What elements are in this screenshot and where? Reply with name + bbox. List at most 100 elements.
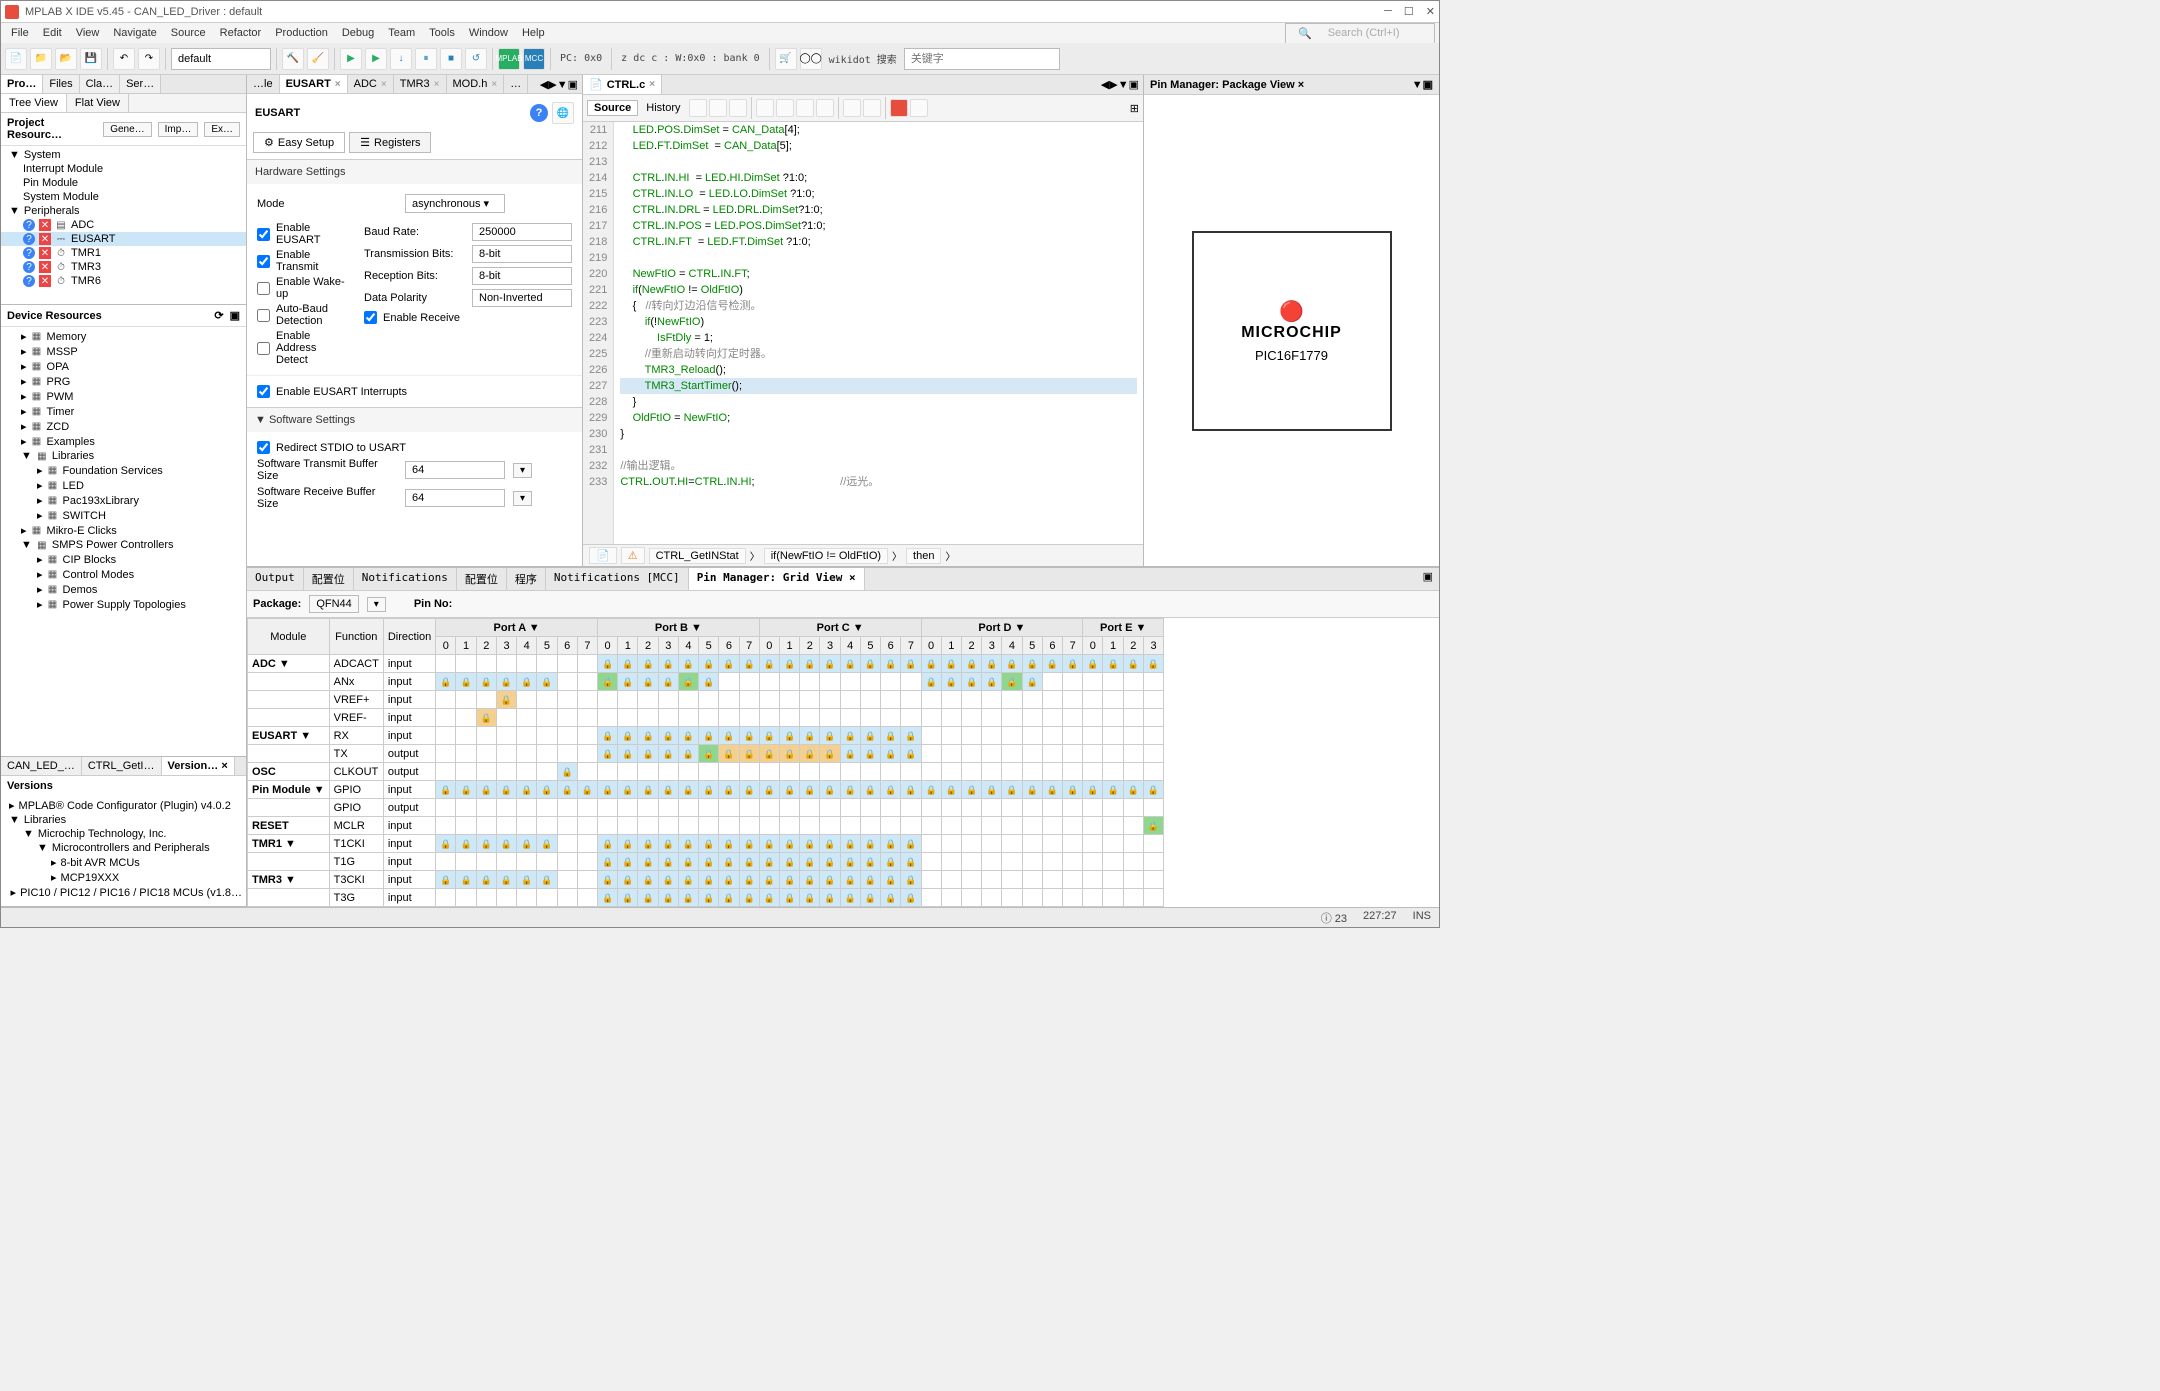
pin-cell[interactable] bbox=[961, 799, 981, 817]
pin-cell[interactable] bbox=[1063, 709, 1083, 727]
pin-cell[interactable] bbox=[1042, 781, 1062, 799]
pin-cell[interactable] bbox=[881, 673, 901, 691]
pin-cell[interactable] bbox=[537, 655, 557, 673]
pin-cell[interactable] bbox=[800, 835, 820, 853]
device-item[interactable]: ▸ ▦ Power Supply Topologies bbox=[1, 597, 246, 612]
pin-cell[interactable] bbox=[658, 691, 678, 709]
run-button[interactable]: ▶ bbox=[365, 48, 387, 70]
pin-cell[interactable] bbox=[779, 745, 799, 763]
doctab-le[interactable]: …le bbox=[247, 75, 280, 93]
pin-cell[interactable] bbox=[1083, 763, 1103, 781]
pin-cell[interactable] bbox=[1002, 745, 1022, 763]
version-item[interactable]: ▸ MPLAB® Code Configurator (Plugin) v4.0… bbox=[1, 798, 246, 813]
pin-cell[interactable] bbox=[901, 889, 921, 907]
pin-cell[interactable] bbox=[820, 727, 840, 745]
pin-cell[interactable] bbox=[961, 673, 981, 691]
pin-cell[interactable] bbox=[901, 691, 921, 709]
pin-cell[interactable] bbox=[638, 655, 658, 673]
codetab-ctrl[interactable]: 📄CTRL.c× bbox=[583, 75, 662, 94]
pin-cell[interactable] bbox=[759, 835, 779, 853]
bottom-expand-icon[interactable]: ▣ bbox=[1417, 568, 1439, 590]
subtab-flat[interactable]: Flat View bbox=[67, 94, 129, 112]
pin-cell[interactable] bbox=[881, 691, 901, 709]
pin-cell[interactable] bbox=[1042, 889, 1062, 907]
source-tab[interactable]: Source bbox=[587, 100, 638, 116]
pause-button[interactable]: ⏸ bbox=[415, 48, 437, 70]
pin-cell[interactable] bbox=[860, 853, 880, 871]
pin-cell[interactable] bbox=[941, 673, 961, 691]
pin-cell[interactable] bbox=[436, 673, 456, 691]
pin-cell[interactable] bbox=[921, 763, 941, 781]
pin-cell[interactable] bbox=[476, 817, 496, 835]
pin-cell[interactable] bbox=[881, 709, 901, 727]
pin-cell[interactable] bbox=[820, 745, 840, 763]
pin-cell[interactable] bbox=[557, 889, 577, 907]
pin-cell[interactable] bbox=[436, 835, 456, 853]
pin-cell[interactable] bbox=[860, 727, 880, 745]
pin-cell[interactable] bbox=[961, 889, 981, 907]
new-project-button[interactable]: 📁 bbox=[30, 48, 52, 70]
pin-cell[interactable] bbox=[961, 853, 981, 871]
pin-cell[interactable] bbox=[537, 799, 557, 817]
pin-cell[interactable] bbox=[739, 763, 759, 781]
step-button[interactable]: ↓ bbox=[390, 48, 412, 70]
pin-cell[interactable] bbox=[1083, 781, 1103, 799]
pin-cell[interactable] bbox=[598, 727, 618, 745]
pin-cell[interactable] bbox=[598, 763, 618, 781]
enable-interrupts-check[interactable] bbox=[257, 385, 270, 398]
pin-cell[interactable] bbox=[759, 799, 779, 817]
pin-cell[interactable] bbox=[840, 763, 860, 781]
pin-cell[interactable] bbox=[739, 853, 759, 871]
pin-cell[interactable] bbox=[941, 727, 961, 745]
pin-cell[interactable] bbox=[456, 889, 476, 907]
pin-cell[interactable] bbox=[658, 709, 678, 727]
device-item[interactable]: ▸ ▦ PRG bbox=[1, 374, 246, 389]
pin-cell[interactable] bbox=[1002, 781, 1022, 799]
tab-canled[interactable]: CAN_LED_… bbox=[1, 757, 82, 775]
pin-cell[interactable] bbox=[658, 781, 678, 799]
pin-cell[interactable] bbox=[1143, 853, 1163, 871]
pin-cell[interactable] bbox=[719, 745, 739, 763]
pin-cell[interactable] bbox=[496, 745, 516, 763]
pin-cell[interactable] bbox=[537, 745, 557, 763]
pin-cell[interactable] bbox=[759, 853, 779, 871]
pin-cell[interactable] bbox=[739, 835, 759, 853]
pin-cell[interactable] bbox=[1022, 817, 1042, 835]
pin-cell[interactable] bbox=[577, 763, 597, 781]
pin-cell[interactable] bbox=[1103, 745, 1123, 763]
code-tool-1[interactable] bbox=[689, 99, 707, 117]
pin-cell[interactable] bbox=[1123, 781, 1143, 799]
pin-cell[interactable] bbox=[1063, 781, 1083, 799]
pin-cell[interactable] bbox=[719, 889, 739, 907]
pin-cell[interactable] bbox=[1103, 781, 1123, 799]
pin-cell[interactable] bbox=[598, 871, 618, 889]
pin-cell[interactable] bbox=[699, 799, 719, 817]
pin-cell[interactable] bbox=[1123, 853, 1143, 871]
pin-grid-table[interactable]: ModuleFunctionDirectionPort A ▼Port B ▼P… bbox=[247, 618, 1164, 907]
doctab-more[interactable]: … bbox=[504, 75, 528, 93]
pin-cell[interactable] bbox=[638, 799, 658, 817]
pin-cell[interactable] bbox=[1042, 799, 1062, 817]
pin-cell[interactable] bbox=[1103, 655, 1123, 673]
pin-cell[interactable] bbox=[1143, 889, 1163, 907]
pin-cell[interactable] bbox=[1063, 817, 1083, 835]
pin-cell[interactable] bbox=[436, 781, 456, 799]
redo-button[interactable]: ↷ bbox=[138, 48, 160, 70]
pin-cell[interactable] bbox=[1083, 709, 1103, 727]
menu-edit[interactable]: Edit bbox=[37, 25, 68, 41]
pin-cell[interactable] bbox=[618, 745, 638, 763]
pin-cell[interactable] bbox=[557, 727, 577, 745]
pin-cell[interactable] bbox=[476, 853, 496, 871]
pin-cell[interactable] bbox=[598, 673, 618, 691]
pin-cell[interactable] bbox=[537, 691, 557, 709]
pin-cell[interactable] bbox=[618, 691, 638, 709]
pin-cell[interactable] bbox=[557, 709, 577, 727]
pin-cell[interactable] bbox=[941, 691, 961, 709]
pin-cell[interactable] bbox=[557, 781, 577, 799]
pin-cell[interactable] bbox=[719, 727, 739, 745]
pin-cell[interactable] bbox=[1103, 673, 1123, 691]
pin-cell[interactable] bbox=[901, 871, 921, 889]
pin-cell[interactable] bbox=[739, 673, 759, 691]
pin-cell[interactable] bbox=[496, 727, 516, 745]
pin-cell[interactable] bbox=[719, 817, 739, 835]
